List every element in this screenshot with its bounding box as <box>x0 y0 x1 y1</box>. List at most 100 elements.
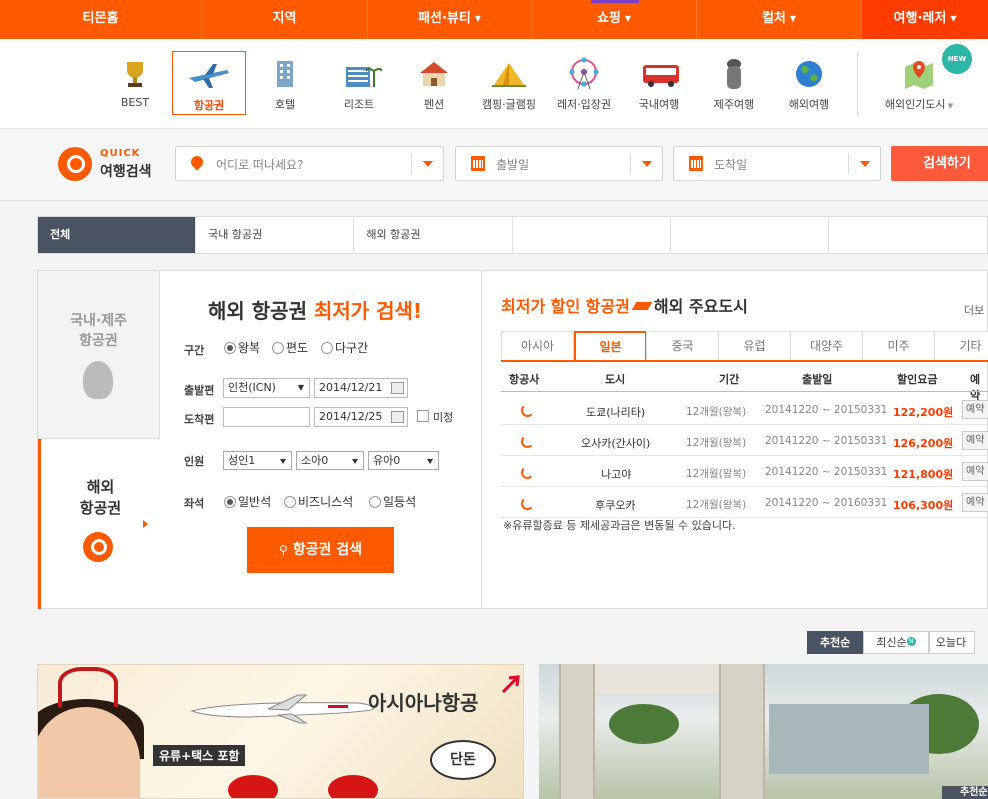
region-tab-oceania[interactable]: 대양주 <box>790 331 863 361</box>
seat-first[interactable]: 일등석 <box>369 493 416 510</box>
depart-label: 출발편 <box>184 384 215 397</box>
chevron-down-icon: ▼ <box>950 14 957 23</box>
radio-checked <box>224 496 236 508</box>
sort-recommended[interactable]: 추천순 <box>807 631 864 654</box>
depart-airport-select[interactable]: 인천(ICN) ▼ <box>223 378 310 398</box>
dropdown-arrow-icon[interactable] <box>630 154 662 174</box>
table-row[interactable]: 도쿄(나리타) 12개월(왕복) 20141220 ~ 20150331 122… <box>501 394 988 425</box>
divider <box>481 271 482 608</box>
chevron-down-icon: ▼ <box>297 383 304 392</box>
undecided-checkbox[interactable] <box>417 410 429 422</box>
region-tab-china[interactable]: 중국 <box>646 331 719 361</box>
header-line <box>501 391 988 392</box>
deals-heading: 최저가 할인 항공권 해외 주요도시 <box>501 297 748 316</box>
reserve-button[interactable]: 예약 <box>962 493 988 512</box>
col-departure: 출발일 <box>802 373 833 386</box>
chevron-down-icon: ▼ <box>789 14 797 23</box>
category-hotel[interactable]: 호텔 <box>248 51 322 115</box>
nav-culture[interactable]: 컬처 ▼ <box>697 0 862 39</box>
quick-search-button[interactable]: 검색하기 <box>891 146 988 181</box>
category-best[interactable]: BEST <box>98 51 172 115</box>
col-airline: 항공사 <box>509 373 540 386</box>
tab-international[interactable]: 해외 항공권 <box>354 217 513 253</box>
adult-select[interactable]: 성인1 <box>223 451 292 470</box>
more-link[interactable]: 더보 <box>964 302 984 318</box>
flight-search-button[interactable]: ⚲ 항공권 검색 <box>247 527 394 573</box>
category-jeju[interactable]: 제주여행 <box>697 51 771 115</box>
arrive-date-input[interactable]: 2014/12/25 <box>314 407 408 427</box>
nav-travel-leisure[interactable]: 여행·레저 ▼ <box>862 0 988 39</box>
category-leisure[interactable]: 레저·입장권 <box>547 51 621 115</box>
reserve-button[interactable]: 예약 <box>962 400 988 419</box>
seat-business[interactable]: 비즈니스석 <box>284 493 353 510</box>
seat-economy[interactable]: 일반석 <box>224 493 271 510</box>
route-label: 구간 <box>184 344 205 357</box>
nav-home[interactable]: 티몬홈 <box>0 0 202 39</box>
quick-subtitle: 여행검색 <box>100 164 152 180</box>
nav-shopping[interactable]: 쇼핑 ▼ <box>532 0 697 39</box>
route-multi[interactable]: 다구간 <box>321 339 368 356</box>
quick-title: QUICK <box>100 148 141 159</box>
nav-fashion-beauty[interactable]: 패션·뷰티 ▼ <box>368 0 532 39</box>
category-flight[interactable]: 항공권 <box>172 51 246 115</box>
sort-latest[interactable]: 최신순 N <box>863 631 929 654</box>
form-heading: 해외 항공권 최저가 검색! <box>208 299 423 323</box>
search-plane-icon <box>83 532 113 562</box>
table-row[interactable]: 후쿠오카 12개월(왕복) 20141220 ~ 20160331 106,30… <box>501 487 988 518</box>
scroll-top-tab[interactable]: 추천순 <box>942 786 988 799</box>
tab-all[interactable]: 전체 <box>38 217 197 253</box>
category-pension[interactable]: 펜션 <box>397 51 471 115</box>
col-price: 할인요금 <box>897 373 938 386</box>
trophy-icon <box>118 57 152 91</box>
dropdown-arrow-icon[interactable] <box>848 154 880 174</box>
table-row[interactable]: 나고야 12개월(왕복) 20141220 ~ 20150331 121,800… <box>501 456 988 487</box>
category-camping[interactable]: 캠핑·글램핑 <box>472 51 546 115</box>
pillar <box>559 664 595 799</box>
reserve-button[interactable]: 예약 <box>962 431 988 450</box>
ferris-wheel-icon <box>567 57 601 91</box>
radio-unchecked <box>369 496 381 508</box>
sort-today[interactable]: 오늘다 <box>928 631 976 654</box>
destination-select[interactable]: 어디로 떠나세요? <box>175 146 444 181</box>
route-oneway[interactable]: 편도 <box>272 339 308 356</box>
depart-date-field[interactable]: 출발일 <box>455 146 663 181</box>
infant-select[interactable]: 유아0 <box>368 451 439 470</box>
tent-icon <box>492 57 526 91</box>
child-select[interactable]: 소아0 <box>296 451 364 470</box>
depart-date-input[interactable]: 2014/12/21 <box>314 378 408 398</box>
radio-unchecked <box>284 496 296 508</box>
reserve-button[interactable]: 예약 <box>962 462 988 481</box>
resort-promo-banner[interactable] <box>539 664 988 799</box>
side-international-flight[interactable]: 해외 항공권 <box>38 439 160 609</box>
category-domestic[interactable]: 국내여행 <box>622 51 696 115</box>
asiana-promo-banner[interactable]: 아시아나항공 유류+택스 포함 단돈 <box>37 664 524 799</box>
side-domestic-flight[interactable]: 국내·제주 항공권 <box>38 271 160 439</box>
region-tab-other[interactable]: 기타 <box>934 331 988 361</box>
table-row[interactable]: 오사카(간사이) 12개월(왕복) 20141220 ~ 20150331 12… <box>501 425 988 456</box>
col-period: 기간 <box>719 373 740 386</box>
pillar <box>719 664 765 799</box>
palm-tree <box>609 704 679 744</box>
reindeer-antler <box>58 667 118 707</box>
undecided-label: 미정 <box>433 411 454 424</box>
arrive-airport-input[interactable] <box>223 407 310 427</box>
col-city: 도시 <box>605 373 626 386</box>
region-tab-japan[interactable]: 일본 <box>574 331 647 362</box>
calendar-icon[interactable] <box>391 382 404 394</box>
hotel-icon <box>268 57 302 91</box>
dropdown-arrow-icon[interactable] <box>411 154 443 174</box>
region-tab-americas[interactable]: 미주 <box>862 331 935 361</box>
nav-region[interactable]: 지역 <box>202 0 368 39</box>
pension-icon <box>417 57 451 91</box>
route-roundtrip[interactable]: 왕복 <box>224 339 260 356</box>
search-icon: ⚲ <box>279 543 288 557</box>
fuel-tax-tag: 유류+택스 포함 <box>153 745 246 766</box>
calendar-icon[interactable] <box>391 411 404 423</box>
region-tab-europe[interactable]: 유럽 <box>718 331 791 361</box>
category-overseas[interactable]: 해외여행 <box>772 51 846 115</box>
tab-empty <box>671 217 829 253</box>
flight-search-panel: 국내·제주 항공권 해외 항공권 해외 항공권 최저가 검색! 구간 왕복 편도 다… <box>37 270 988 609</box>
category-resort[interactable]: 리조트 <box>322 51 396 115</box>
tab-domestic[interactable]: 국내 항공권 <box>196 217 355 253</box>
region-tab-asia[interactable]: 아시아 <box>501 331 574 361</box>
